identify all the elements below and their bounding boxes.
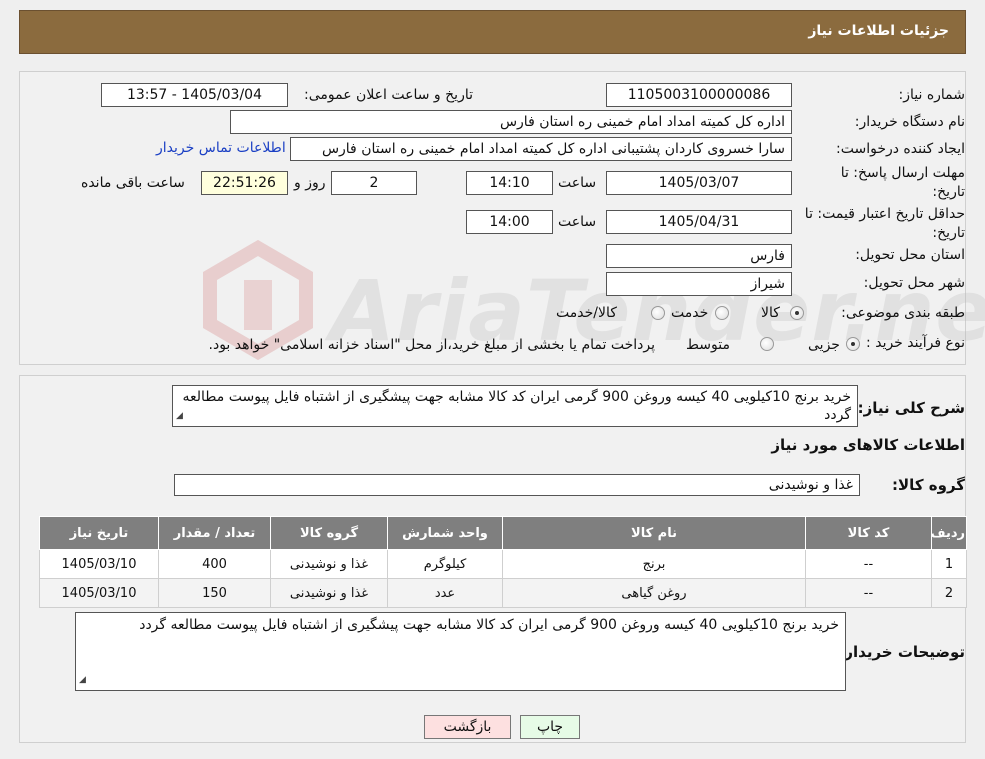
buyer-org-label: نام دستگاه خریدار: [854,114,965,130]
goods-info-title: اطلاعات کالاهای مورد نیاز [771,436,965,454]
cell-row-num: 1 [931,549,967,579]
process-option-minor: جزیی [808,337,840,353]
process-radio-medium[interactable] [760,337,774,351]
page-header: جزئیات اطلاعات نیاز [19,10,966,54]
deadline-date-field: 1405/03/07 [606,171,792,195]
deadline-label-date: تاریخ: [932,184,965,200]
validity-date-field: 1405/04/31 [606,210,792,234]
validity-time-field: 14:00 [466,210,553,234]
category-radio-goods-service[interactable] [651,306,665,320]
buyer-org-field: اداره کل کمیته امداد امام خمینی ره استان… [230,110,792,134]
cell-name: روغن گیاهی [502,578,806,608]
deadline-time-label: ساعت [558,175,597,191]
deadline-time-field: 14:10 [466,171,553,195]
remaining-days-field: 2 [331,171,417,195]
validity-time-label: ساعت [558,214,597,230]
buyer-contact-link[interactable]: اطلاعات تماس خریدار [156,140,286,156]
table-row: 1 -- برنج کیلوگرم غذا و نوشیدنی 400 1405… [39,549,967,579]
announce-date-label: تاریخ و ساعت اعلان عمومی: [304,87,473,103]
deadline-label: مهلت ارسال پاسخ: تا [840,165,965,181]
cell-code: -- [805,549,932,579]
goods-group-field: غذا و نوشیدنی [174,474,860,496]
cell-unit: عدد [387,578,503,608]
buyer-notes-text: خرید برنج 10کیلویی 40 کیسه وروغن 900 گرم… [139,617,839,633]
province-field: فارس [606,244,792,268]
province-label: استان محل تحویل: [855,247,965,263]
requester-label: ایجاد کننده درخواست: [836,141,965,157]
cell-unit: کیلوگرم [387,549,503,579]
table-row: 2 -- روغن گیاهی عدد غذا و نوشیدنی 150 14… [39,578,967,608]
need-summary-label: شرح کلی نیاز: [857,399,965,417]
need-summary-text: خرید برنج 10کیلویی 40 کیسه وروغن 900 گرم… [182,389,851,423]
need-number-field: 1105003100000086 [606,83,792,107]
category-option-goods-service: کالا/خدمت [556,305,617,321]
cell-date: 1405/03/10 [39,578,159,608]
process-option-medium: متوسط [686,337,730,353]
city-field: شیراز [606,272,792,296]
requester-field: سارا خسروی کاردان پشتیبانی اداره کل کمیت… [290,137,792,161]
category-option-goods: کالا [761,305,780,321]
col-header-unit: واحد شمارش [387,516,503,550]
remaining-time-field: 22:51:26 [201,171,288,195]
table-header-row: ردیف کد کالا نام کالا واحد شمارش گروه کا… [39,516,967,550]
cell-name: برنج [502,549,806,579]
page-title: جزئیات اطلاعات نیاز [808,23,949,39]
buyer-notes-field: خرید برنج 10کیلویی 40 کیسه وروغن 900 گرم… [75,612,846,691]
col-header-group: گروه کالا [270,516,388,550]
category-radio-service[interactable] [715,306,729,320]
cell-date: 1405/03/10 [39,549,159,579]
resize-handle-icon[interactable]: ◢ [79,671,86,689]
category-radio-goods[interactable] [790,306,804,320]
validity-label: حداقل تاریخ اعتبار قیمت: تا [804,206,965,222]
col-header-date: تاریخ نیاز [39,516,159,550]
buyer-notes-label: توضیحات خریدار: [838,643,965,661]
resize-handle-icon[interactable]: ◢ [176,407,183,425]
cell-group: غذا و نوشیدنی [270,578,388,608]
cell-row-num: 2 [931,578,967,608]
cell-quantity: 400 [158,549,271,579]
city-label: شهر محل تحویل: [863,275,965,291]
remaining-days-label: روز و [294,175,326,191]
validity-label-date: تاریخ: [932,225,965,241]
items-table: ردیف کد کالا نام کالا واحد شمارش گروه کا… [39,516,967,608]
col-header-name: نام کالا [502,516,806,550]
process-label: نوع فرآیند خرید : [866,335,965,351]
process-radio-minor[interactable] [846,337,860,351]
back-button[interactable]: بازگشت [424,715,511,739]
cell-code: -- [805,578,932,608]
cell-group: غذا و نوشیدنی [270,549,388,579]
items-table-wrap: ردیف کد کالا نام کالا واحد شمارش گروه کا… [39,516,967,608]
category-label: طبقه بندی موضوعی: [841,305,965,321]
col-header-row-num: ردیف [930,516,967,550]
col-header-quantity: تعداد / مقدار [158,516,271,550]
announce-date-field: 1405/03/04 - 13:57 [101,83,288,107]
process-note: پرداخت تمام یا بخشی از مبلغ خرید،از محل … [208,337,655,353]
need-summary-field: خرید برنج 10کیلویی 40 کیسه وروغن 900 گرم… [172,385,858,427]
remaining-time-label: ساعت باقی مانده [81,175,185,191]
print-button[interactable]: چاپ [520,715,580,739]
need-number-label: شماره نیاز: [898,87,966,103]
col-header-code: کد کالا [805,516,932,550]
goods-group-label: گروه کالا: [892,476,965,494]
category-option-service: خدمت [671,305,709,321]
cell-quantity: 150 [158,578,271,608]
